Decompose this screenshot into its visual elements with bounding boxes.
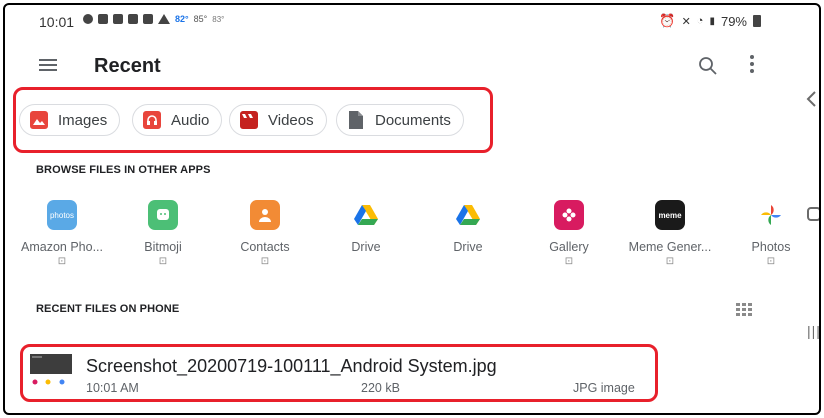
hamburger-menu-icon[interactable] xyxy=(39,59,57,71)
status-bar: 10:01 82° 85° 83° ⏰ ✕ ◔ ▮ 79% xyxy=(5,5,819,39)
drive-icon xyxy=(351,200,381,230)
file-thumbnail[interactable] xyxy=(30,354,72,388)
app-bitmoji[interactable]: Bitmoji ⊡ xyxy=(115,200,211,267)
open-in-icon: ⊡ xyxy=(57,256,67,267)
app-name: Amazon Pho... xyxy=(21,240,103,254)
open-in-icon: ⊡ xyxy=(564,256,574,267)
meme-generator-icon: meme xyxy=(655,200,685,230)
temperature-text: 85° xyxy=(193,14,208,24)
search-icon[interactable] xyxy=(697,55,719,77)
warning-icon xyxy=(158,14,170,24)
recents-nav-icon[interactable] xyxy=(807,207,819,221)
app-name: Meme Gener... xyxy=(628,240,712,254)
browse-section-label: BROWSE FILES IN OTHER APPS xyxy=(36,164,211,176)
chip-audio[interactable]: Audio xyxy=(132,104,223,136)
mute-icon: ✕ xyxy=(681,15,691,28)
app-gallery[interactable]: Gallery ⊡ xyxy=(521,200,617,267)
app-name: Drive xyxy=(453,240,483,254)
app-name: Gallery xyxy=(549,240,589,254)
system-status-icons: ⏰ ✕ ◔ ▮ 79% xyxy=(659,13,761,29)
file-name[interactable]: Screenshot_20200719-100111_Android Syste… xyxy=(86,356,497,377)
open-in-icon: ⊡ xyxy=(158,256,168,267)
icon-label: meme xyxy=(658,210,682,220)
chip-label: Images xyxy=(58,111,108,129)
app-meme-generator[interactable]: meme Meme Gener... ⊡ xyxy=(622,200,718,267)
side-panel-chevron-icon[interactable] xyxy=(805,89,819,109)
app-contacts[interactable]: Contacts ⊡ xyxy=(217,200,313,267)
chip-videos[interactable]: Videos xyxy=(229,104,327,136)
clapperboard-icon xyxy=(240,111,258,129)
icon-label: photos xyxy=(49,210,75,220)
gallery-icon xyxy=(554,200,584,230)
notification-icon xyxy=(83,14,93,24)
app-photos[interactable]: Photos ⊡ xyxy=(723,200,819,267)
chip-documents[interactable]: Documents xyxy=(336,104,464,136)
file-type: JPG image xyxy=(573,381,635,395)
status-time: 10:01 xyxy=(39,14,75,30)
file-size: 220 kB xyxy=(361,381,400,395)
open-in-icon: ⊡ xyxy=(665,256,675,267)
contacts-icon xyxy=(250,200,280,230)
drive-icon xyxy=(453,200,483,230)
notification-icon xyxy=(143,14,153,24)
app-amazon-photos[interactable]: photos Amazon Pho... ⊡ xyxy=(14,200,110,267)
app-name: Photos xyxy=(751,240,791,254)
battery-icon xyxy=(753,15,761,27)
temperature-text: 83° xyxy=(212,14,225,24)
alarm-icon: ⏰ xyxy=(659,13,676,28)
amazon-photos-icon: photos xyxy=(47,200,77,230)
notification-icons: 82° 85° 83° xyxy=(83,14,224,24)
chip-label: Documents xyxy=(375,111,451,129)
app-drive[interactable]: Drive ⊡ xyxy=(318,200,414,267)
bitmoji-icon xyxy=(148,200,178,230)
notification-icon xyxy=(128,14,138,24)
document-icon xyxy=(347,111,365,129)
temperature-text: 82° xyxy=(175,14,189,24)
open-in-icon: ⊡ xyxy=(260,256,270,267)
image-icon xyxy=(30,111,48,129)
app-name: Bitmoji xyxy=(144,240,182,254)
more-options-icon[interactable] xyxy=(747,55,757,77)
app-bar: Recent xyxy=(5,39,819,87)
screen-frame: 10:01 82° 85° 83° ⏰ ✕ ◔ ▮ 79% Recent Ima… xyxy=(3,3,821,415)
file-time: 10:01 AM xyxy=(86,381,139,395)
chip-label: Audio xyxy=(171,111,210,129)
recent-section-label: RECENT FILES ON PHONE xyxy=(36,303,180,315)
notification-icon xyxy=(98,14,108,24)
google-photos-icon xyxy=(756,200,786,230)
chip-label: Videos xyxy=(268,111,314,129)
headphones-icon xyxy=(143,111,161,129)
grid-view-icon[interactable] xyxy=(736,303,752,317)
recent-apps-nav-icon[interactable]: ||| xyxy=(807,323,819,339)
signal-icon: ▮ xyxy=(709,15,715,27)
app-drive-2[interactable]: Drive ⊡ xyxy=(420,200,516,267)
notification-icon xyxy=(113,14,123,24)
wifi-icon: ◔ xyxy=(696,15,704,27)
chip-images[interactable]: Images xyxy=(19,104,121,136)
battery-percent: 79% xyxy=(720,13,747,29)
page-title: Recent xyxy=(94,55,161,77)
open-in-icon: ⊡ xyxy=(766,256,776,267)
app-name: Drive xyxy=(351,240,381,254)
app-name: Contacts xyxy=(240,240,290,254)
